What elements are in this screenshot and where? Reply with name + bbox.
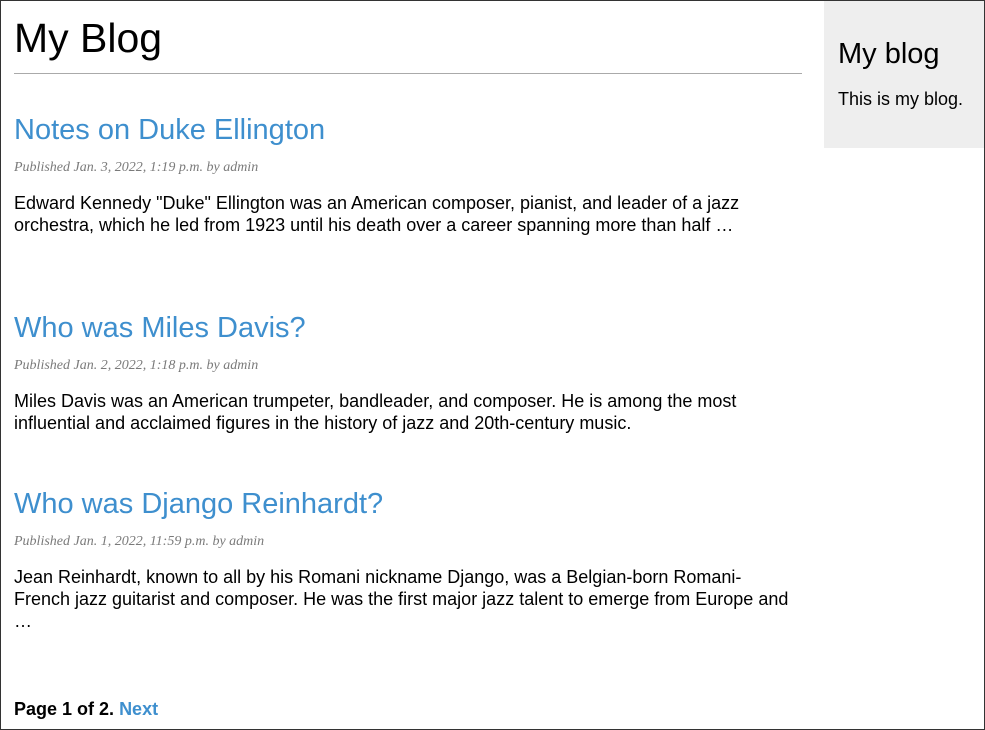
post-title-link[interactable]: Who was Miles Davis?	[14, 311, 794, 345]
post-excerpt: Miles Davis was an American trumpeter, b…	[14, 391, 737, 433]
post-meta: Published Jan. 1, 2022, 11:59 p.m. by ad…	[14, 534, 265, 549]
post-item: Who was Django Reinhardt? Published Jan.…	[14, 487, 794, 632]
main-content: My Blog Notes on Duke Ellington Publishe…	[14, 1, 802, 719]
post-title-link[interactable]: Who was Django Reinhardt?	[14, 487, 794, 521]
pagination-page-text: Page 1 of 2.	[14, 699, 115, 719]
post-item: Who was Miles Davis? Published Jan. 2, 2…	[14, 311, 794, 434]
pagination-next-link[interactable]: Next	[119, 699, 158, 719]
post-meta: Published Jan. 2, 2022, 1:18 p.m. by adm…	[14, 358, 259, 373]
sidebar: My blog This is my blog.	[824, 1, 984, 148]
site-title: My Blog	[14, 15, 802, 74]
pagination: Page 1 of 2. Next	[14, 698, 158, 720]
sidebar-description: This is my blog.	[838, 89, 964, 109]
post-item: Notes on Duke Ellington Published Jan. 3…	[14, 113, 794, 236]
browser-viewport: My Blog Notes on Duke Ellington Publishe…	[0, 0, 985, 730]
post-excerpt: Jean Reinhardt, known to all by his Roma…	[14, 567, 789, 631]
post-title-link[interactable]: Notes on Duke Ellington	[14, 113, 794, 147]
post-excerpt: Edward Kennedy "Duke" Ellington was an A…	[14, 193, 740, 235]
sidebar-title: My blog	[838, 38, 940, 70]
post-meta: Published Jan. 3, 2022, 1:19 p.m. by adm…	[14, 160, 259, 175]
